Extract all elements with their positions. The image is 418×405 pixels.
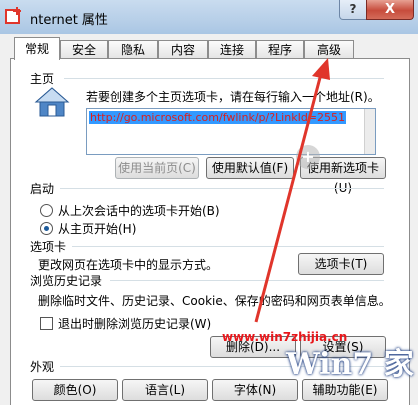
homepage-url-text: http://go.microsoft.com/fwlink/p/?LinkId… (89, 111, 347, 124)
url-scrollbar[interactable] (364, 109, 375, 154)
homepage-group-label: 主页 (30, 72, 55, 86)
help-button[interactable]: ? (339, 0, 367, 20)
tabs-group-label: 选项卡 (30, 240, 67, 254)
delete-history-on-exit-label: 退出时删除浏览历史记录(W) (58, 317, 212, 331)
window-title: nternet 属性 (30, 13, 108, 28)
internet-options-icon (5, 7, 21, 24)
colors-button[interactable]: 颜色(O) (32, 379, 118, 401)
history-description: 删除临时文件、历史记录、Cookie、保存的密码和网页表单信息。 (38, 294, 391, 308)
history-group-label: 浏览历史记录 (30, 274, 103, 288)
tab-security[interactable]: 安全 (60, 40, 108, 59)
homepage-url-field[interactable]: http://go.microsoft.com/fwlink/p/?LinkId… (86, 108, 376, 155)
startup-divider (60, 188, 384, 189)
tabs-divider (72, 246, 384, 247)
tab-advanced[interactable]: 高级 (304, 40, 354, 59)
homepage-description: 若要创建多个主页选项卡，请在每行输入一个地址(R)。 (86, 90, 380, 104)
plus-overlay-icon: + (296, 145, 320, 169)
use-default-button[interactable]: 使用默认值(F) (206, 157, 294, 179)
tabs-settings-button[interactable]: 选项卡(T) (298, 253, 384, 275)
close-button[interactable]: X (366, 0, 414, 20)
tab-privacy[interactable]: 隐私 (108, 40, 158, 59)
tab-connections[interactable]: 连接 (208, 40, 256, 59)
tab-content[interactable]: 内容 (158, 40, 208, 59)
tab-programs[interactable]: 程序 (256, 40, 304, 59)
homepage-divider (64, 78, 384, 79)
radio-start-homepage[interactable] (40, 222, 53, 235)
tabs-description: 更改网页在选项卡中的显示方式。 (38, 258, 219, 272)
radio-start-last-session[interactable] (40, 204, 53, 217)
radio-start-last-session-label: 从上次会话中的选项卡开始(B) (58, 204, 220, 218)
startup-group-label: 启动 (30, 182, 55, 196)
watermark-logo: Win7 家 (286, 347, 414, 382)
house-icon (34, 87, 70, 117)
history-divider (110, 280, 384, 281)
radio-start-homepage-label: 从主页开始(H) (58, 222, 137, 236)
appearance-group-label: 外观 (30, 360, 55, 374)
delete-history-on-exit-checkbox[interactable] (40, 317, 53, 330)
tab-general[interactable]: 常规 (14, 37, 60, 60)
languages-button[interactable]: 语言(L) (122, 379, 208, 401)
use-current-button[interactable]: 使用当前页(C) (115, 157, 199, 179)
